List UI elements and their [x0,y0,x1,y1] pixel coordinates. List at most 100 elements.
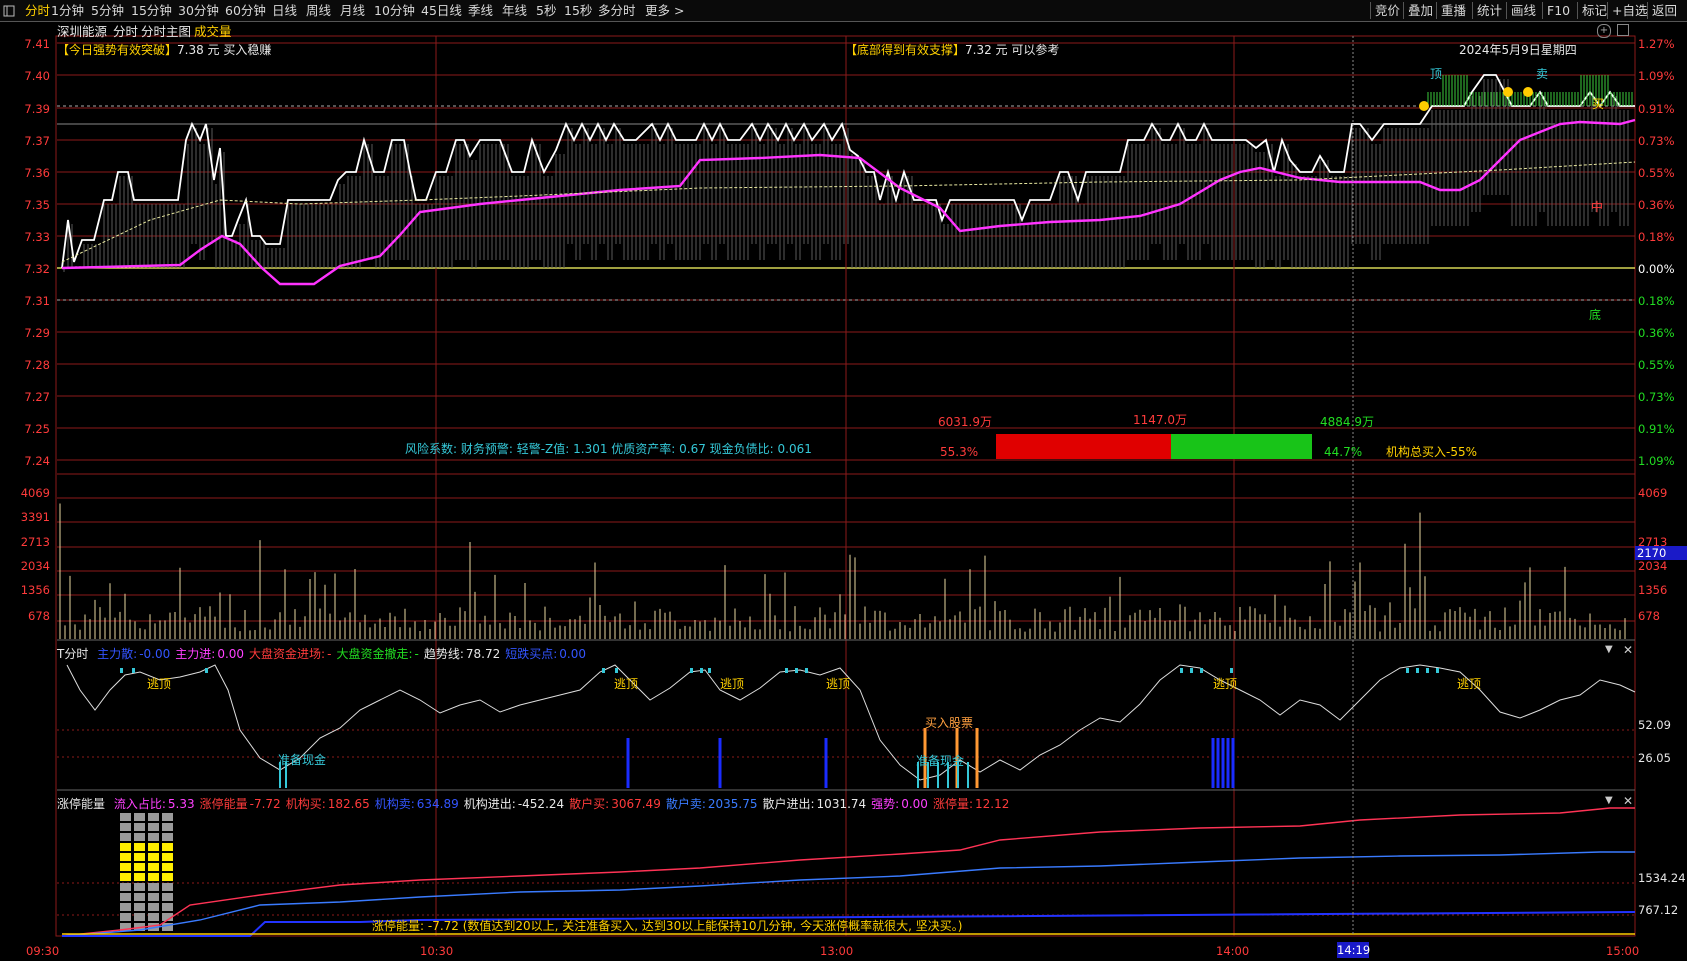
pct-axis-right: 0.73% [1638,134,1675,148]
toolbar-separator [1370,2,1371,19]
energy-cell [134,823,145,831]
fund-summary: 机构总买入-55% [1386,445,1478,459]
toolbar-separator [1577,2,1578,19]
signal-tick [1200,668,1203,673]
volume-axis-right: 1356 [1638,583,1668,597]
signal-tick [1416,668,1419,673]
energy-cell [148,883,159,891]
indicator1-name[interactable]: T分时 [57,647,88,661]
indicator1-value-2: - [327,647,332,661]
period-tab-15[interactable]: 多分时 [598,2,636,19]
close-icon[interactable]: ✕ [1623,794,1633,808]
energy-cell [120,903,131,911]
energy-cell [120,883,131,891]
period-tab-14[interactable]: 15秒 [564,2,592,19]
toolbar-button-6[interactable]: 标记 [1582,2,1607,19]
indicator1-value-0: -0.00 [139,647,171,661]
indicator2-label-1: 涨停能量 [199,797,248,811]
signal-tick [120,668,123,673]
indicator2-label-8: 强势: [871,797,900,811]
energy-cell [134,843,145,851]
energy-cell [134,893,145,901]
menu-icon[interactable] [3,2,17,19]
period-tab-8[interactable]: 月线 [340,2,365,19]
period-tab-0[interactable]: 分时 [25,2,50,19]
period-tab-3[interactable]: 15分钟 [131,2,172,19]
energy-cell [162,873,173,881]
indicator1-label-2: 大盘资金进场: [249,647,326,661]
pct-axis-right: 0.91% [1638,422,1675,436]
toolbar-button-5[interactable]: F10 [1547,2,1570,19]
fund-buy-fill [996,434,1171,459]
chart-mode[interactable]: 分时 [113,25,138,39]
label-escape-top-5: 逃顶 [1213,677,1238,691]
risk-line: 风险系数: 财务预警: 轻警-Z值: 1.301 优质资产率: 0.67 现金负… [405,442,812,456]
period-tab-10[interactable]: 45日线 [421,2,462,19]
main-chart-label[interactable]: 分时主图 [141,25,191,39]
window-icon[interactable] [1617,24,1629,36]
pct-axis-right: 1.09% [1638,454,1675,468]
marker-sell: 卖 [1536,67,1549,81]
fund-left-pct: 55.3% [940,445,979,459]
time-axis-label: 10:30 [420,944,454,958]
period-tab-4[interactable]: 30分钟 [178,2,219,19]
intraday-chart[interactable] [0,22,1687,961]
close-icon[interactable]: ✕ [1623,643,1633,657]
signal-tick [1436,668,1439,673]
dropdown-icon[interactable]: ▼ [1605,795,1613,806]
energy-cell [120,813,131,821]
volume-label[interactable]: 成交量 [194,25,232,39]
toolbar-button-3[interactable]: 统计 [1477,2,1502,19]
period-tab-2[interactable]: 5分钟 [91,2,124,19]
energy-cell [120,873,131,881]
energy-cell [134,913,145,921]
energy-cell [120,913,131,921]
energy-cell [162,813,173,821]
toolbar-button-0[interactable]: 竞价 [1375,2,1400,19]
indicator2-header: 涨停能量 流入占比: 5.33 涨停能量 -7.72 机构买: 182.65 机构卖: 634… [57,795,1009,812]
volume-axis-left: 678 [28,609,50,623]
time-axis-label: 14:00 [1216,944,1250,958]
pct-axis-right: 0.36% [1638,198,1675,212]
period-tab-6[interactable]: 日线 [272,2,297,19]
period-tab-7[interactable]: 周线 [306,2,331,19]
price-axis-left: 7.32 [24,262,50,276]
label-prepare-cash-1: 准备现金 [278,753,327,767]
period-tab-1[interactable]: 1分钟 [51,2,84,19]
toolbar-button-7[interactable]: +自选 [1612,2,1647,19]
energy-cell [120,843,131,851]
indicator2-name[interactable]: 涨停能量 [57,797,105,811]
period-tab-11[interactable]: 季线 [468,2,493,19]
marker-mid: 中 [1591,200,1604,214]
volume-axis-right: 678 [1638,609,1660,623]
indicator1-label-1: 主力进: [175,647,216,661]
period-tab-5[interactable]: 60分钟 [225,2,266,19]
dropdown-icon[interactable]: ▼ [1605,644,1613,655]
energy-cell [148,893,159,901]
energy-cell [162,833,173,841]
toolbar-separator [1436,2,1437,19]
volume-axis-right: 2034 [1638,559,1668,573]
smiley-icon [1419,101,1429,111]
indicator1-axis: 26.05 [1638,751,1671,765]
signal-tick [615,668,618,673]
toolbar-separator [1403,2,1404,19]
period-tab-12[interactable]: 年线 [502,2,527,19]
energy-cell [120,893,131,901]
indicator1-label-4: 趋势线: [423,647,464,661]
toolbar-button-8[interactable]: 返回 [1652,2,1677,19]
energy-cell [162,903,173,911]
toolbar-button-1[interactable]: 叠加 [1408,2,1433,19]
signal-tick [700,668,703,673]
volume-axis-left: 1356 [20,583,50,597]
toolbar-button-2[interactable]: 重播 [1441,2,1466,19]
toolbar-separator [1506,2,1507,19]
energy-cell [148,903,159,911]
price-axis-left: 7.28 [24,358,50,372]
label-escape-top-4: 逃顶 [826,677,851,691]
period-tab-9[interactable]: 10分钟 [374,2,415,19]
period-tab-16[interactable]: 更多 > [645,2,684,19]
period-tab-13[interactable]: 5秒 [536,2,556,19]
plus-circle-icon[interactable]: + [1597,24,1611,38]
toolbar-button-4[interactable]: 画线 [1511,2,1536,19]
